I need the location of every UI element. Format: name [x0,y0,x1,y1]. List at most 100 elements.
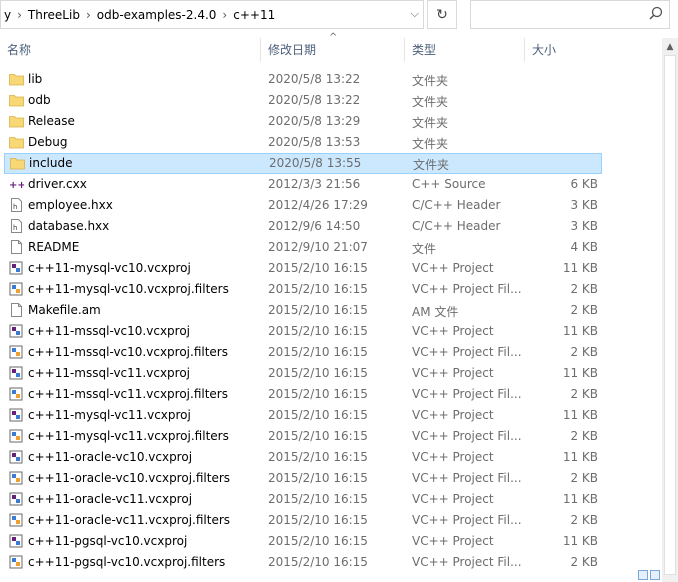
file-size: 2 KB [570,471,598,485]
vcxproj-icon [9,534,24,548]
refresh-icon: ↻ [436,6,448,23]
breadcrumb-cpp11[interactable]: c++11 [230,8,278,22]
breadcrumb: y › ThreeLib › odb-examples-2.4.0 › c++1… [1,1,278,28]
scroll-up-arrow-icon[interactable]: ▲ [662,38,678,55]
vcxproj-filters-icon [9,513,24,527]
folder-icon [9,114,24,128]
file-icon [9,303,24,317]
svg-text:h: h [13,224,17,232]
folder-icon [9,135,24,149]
file-type: VC++ Project [412,324,494,338]
file-row[interactable]: h database.hxx 2012/9/6 14:50 C/C++ Header 3… [0,216,604,237]
address-bar[interactable]: y › ThreeLib › odb-examples-2.4.0 › c++1… [0,0,424,29]
file-name: driver.cxx [28,177,87,191]
file-name: Release [28,114,75,128]
file-row[interactable]: c++11-mssql-vc11.vcxproj 2015/2/10 16:15 V… [0,363,604,384]
file-size: 2 KB [570,303,598,317]
file-row[interactable]: c++11-pgsql-vc10.vcxproj 2015/2/10 16:15 V… [0,531,604,552]
large-icons-view-icon[interactable] [650,570,660,580]
file-size: 11 KB [562,450,598,464]
file-size: 6 KB [570,177,598,191]
refresh-button[interactable]: ↻ [427,0,457,29]
file-type: C/C++ Header [412,198,501,212]
file-date: 2020/5/8 13:22 [268,72,361,86]
file-name: c++11-oracle-vc10.vcxproj [28,450,193,464]
folder-row[interactable]: Release 2020/5/8 13:29 文件夹 [0,111,604,132]
chevron-right-icon[interactable]: › [83,8,94,22]
file-row[interactable]: c++11-mysql-vc10.vcxproj.filters 2015/2/1… [0,279,604,300]
file-date: 2015/2/10 16:15 [268,492,368,506]
file-row[interactable]: README 2012/9/10 21:07 文件 4 KB [0,237,604,258]
details-view-icon[interactable] [638,570,648,580]
breadcrumb-odb-examples[interactable]: odb-examples-2.4.0 [94,8,220,22]
file-type: VC++ Project [412,534,494,548]
file-type: 文件 [412,242,437,256]
file-name: c++11-oracle-vc10.vcxproj.filters [28,471,231,485]
vcxproj-icon [9,261,24,275]
chevron-right-icon[interactable]: › [14,8,25,22]
folder-row[interactable]: include 2020/5/8 13:55 文件夹 [4,153,602,174]
column-header-name[interactable]: 名称 [0,38,261,62]
file-row[interactable]: c++11-mysql-vc11.vcxproj.filters 2015/2/1… [0,426,604,447]
folder-icon [9,93,24,107]
file-row[interactable]: c++11-oracle-vc10.vcxproj.filters 2015/2/… [0,468,604,489]
file-row[interactable]: c++11-oracle-vc10.vcxproj 2015/2/10 16:15… [0,447,604,468]
file-name: Makefile.am [28,303,101,317]
file-date: 2020/5/8 13:53 [268,135,361,149]
folder-icon [9,72,24,86]
folder-row[interactable]: odb 2020/5/8 13:22 文件夹 [0,90,604,111]
file-size: 3 KB [570,198,598,212]
folder-row[interactable]: Debug 2020/5/8 13:53 文件夹 [0,132,604,153]
file-type: AM 文件 [412,305,459,319]
file-name: include [29,156,73,170]
file-row[interactable]: c++11-pgsql-vc10.vcxproj.filters 2015/2/1… [0,552,604,573]
file-row[interactable]: c++11-mssql-vc10.vcxproj 2015/2/10 16:15 V… [0,321,604,342]
breadcrumb-threelib[interactable]: ThreeLib [25,8,83,22]
file-date: 2020/5/8 13:22 [268,93,361,107]
column-header-type[interactable]: 类型 [405,38,525,62]
file-name: c++11-oracle-vc11.vcxproj [28,492,193,506]
vcxproj-filters-icon [9,387,24,401]
file-name: c++11-mssql-vc11.vcxproj.filters [28,387,228,401]
chevron-right-icon[interactable]: › [219,8,230,22]
search-box[interactable] [470,0,670,29]
file-row[interactable]: c++11-oracle-vc11.vcxproj 2015/2/10 16:15… [0,489,604,510]
file-row[interactable]: c++11-mssql-vc11.vcxproj.filters 2015/2/1… [0,384,604,405]
vcxproj-icon [9,324,24,338]
file-row[interactable]: c++11-mysql-vc11.vcxproj 2015/2/10 16:15 V… [0,405,604,426]
file-size: 3 KB [570,219,598,233]
file-type: 文件夹 [412,95,449,109]
file-type: VC++ Project [412,450,494,464]
file-date: 2012/9/6 14:50 [268,219,361,233]
file-row[interactable]: c++11-mssql-vc10.vcxproj.filters 2015/2/1… [0,342,604,363]
file-name: c++11-pgsql-vc10.vcxproj [28,534,188,548]
vcxproj-filters-icon [9,429,24,443]
vertical-scrollbar[interactable]: ▲ [662,38,678,582]
file-size: 11 KB [562,324,598,338]
file-size: 11 KB [562,492,598,506]
breadcrumb-prefix[interactable]: y [1,8,14,22]
file-name: c++11-mssql-vc11.vcxproj [28,366,191,380]
file-date: 2015/2/10 16:15 [268,261,368,275]
search-input[interactable] [477,6,641,24]
file-date: 2015/2/10 16:15 [268,555,368,569]
search-icon[interactable] [649,6,663,24]
vcxproj-icon [9,492,24,506]
file-size: 11 KB [562,534,598,548]
file-row[interactable]: c++11-mysql-vc10.vcxproj 2015/2/10 16:15 V… [0,258,604,279]
file-name: c++11-mysql-vc11.vcxproj.filters [28,429,229,443]
file-row[interactable]: ++ driver.cxx 2012/3/3 21:56 C++ Source 6 KB [0,174,604,195]
file-date: 2015/2/10 16:15 [268,471,368,485]
file-row[interactable]: h employee.hxx 2012/4/26 17:29 C/C++ Header… [0,195,604,216]
file-row[interactable]: c++11-oracle-vc11.vcxproj.filters 2015/2/… [0,510,604,531]
file-row[interactable]: Makefile.am 2015/2/10 16:15 AM 文件 2 KB [0,300,604,321]
vcxproj-icon [9,366,24,380]
header-file-icon: h [9,198,24,212]
folder-row[interactable]: lib 2020/5/8 13:22 文件夹 [0,69,604,90]
chevron-down-icon[interactable]: ⌵ [411,7,419,21]
scrollbar-thumb[interactable] [664,55,676,575]
svg-text:h: h [13,203,17,211]
file-size: 2 KB [570,345,598,359]
column-header-size[interactable]: 大小 [525,38,605,62]
file-type: 文件夹 [412,74,449,88]
